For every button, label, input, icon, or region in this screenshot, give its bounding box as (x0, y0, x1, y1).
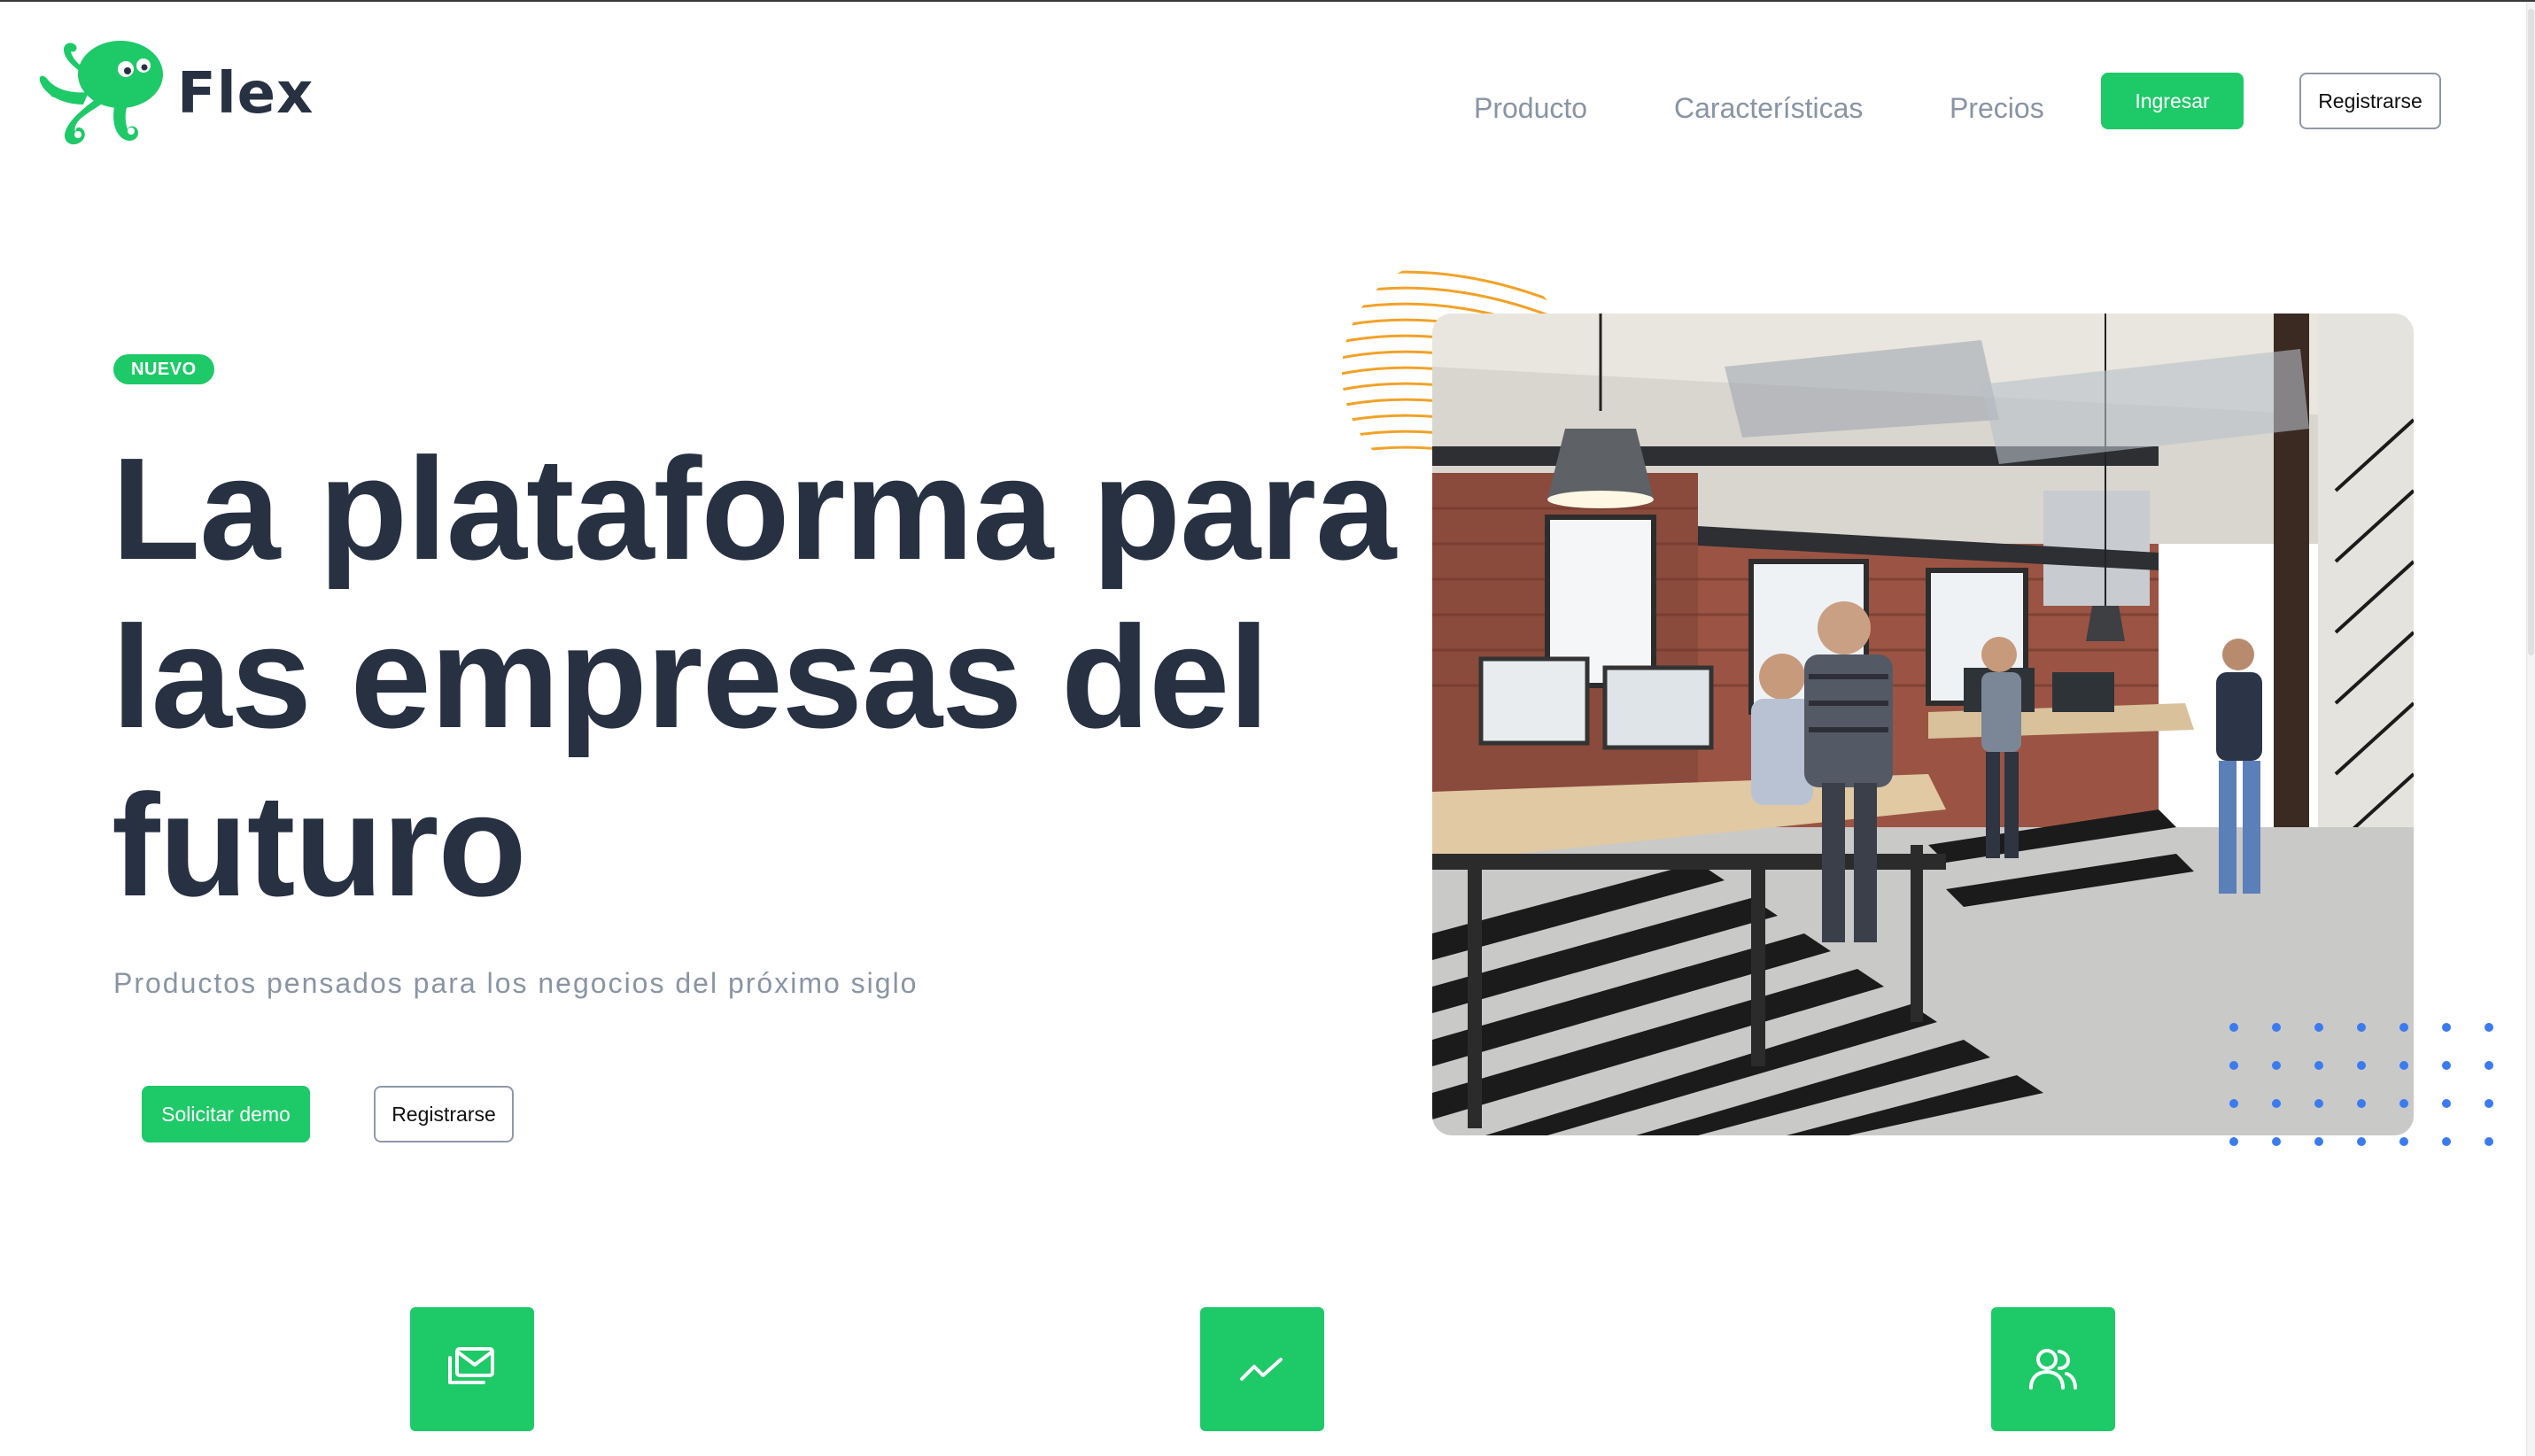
mail-stack-icon (448, 1347, 494, 1384)
window-top-border (0, 0, 2535, 2)
trend-chart-icon (1240, 1358, 1283, 1381)
hero-office-photo (1432, 314, 2414, 1135)
request-demo-button[interactable]: Solicitar demo (142, 1086, 310, 1142)
scrollbar-thumb[interactable] (2528, 9, 2534, 655)
feature-tile-users (1991, 1307, 2115, 1431)
brand-logo[interactable]: Flex (34, 39, 314, 149)
header-signup-button[interactable]: Registrarse (2299, 73, 2441, 129)
headline-line-3: futuro (112, 764, 527, 926)
hero-subtitle: Productos pensados para los negocios del… (113, 967, 919, 999)
new-badge: NUEVO (113, 354, 214, 384)
blue-dots-decoration (2229, 1023, 2493, 1146)
scrollbar[interactable] (2526, 2, 2535, 1456)
nav-producto[interactable]: Producto (1474, 92, 1587, 125)
hero-signup-button[interactable]: Registrarse (374, 1086, 514, 1142)
headline-line-2: las empresas del (112, 596, 1269, 758)
brand-name: Flex (177, 61, 314, 127)
feature-tile-mail (410, 1307, 534, 1431)
feature-tile-trend (1200, 1307, 1324, 1431)
nav-caracteristicas[interactable]: Características (1674, 92, 1863, 125)
headline-line-1: La plataforma para (112, 428, 1396, 590)
hero-headline: La plataforma para las empresas del futu… (112, 425, 1405, 930)
users-icon (2029, 1349, 2077, 1390)
login-button[interactable]: Ingresar (2101, 73, 2244, 129)
nav-precios[interactable]: Precios (1950, 92, 2044, 125)
octopus-icon (39, 41, 163, 145)
